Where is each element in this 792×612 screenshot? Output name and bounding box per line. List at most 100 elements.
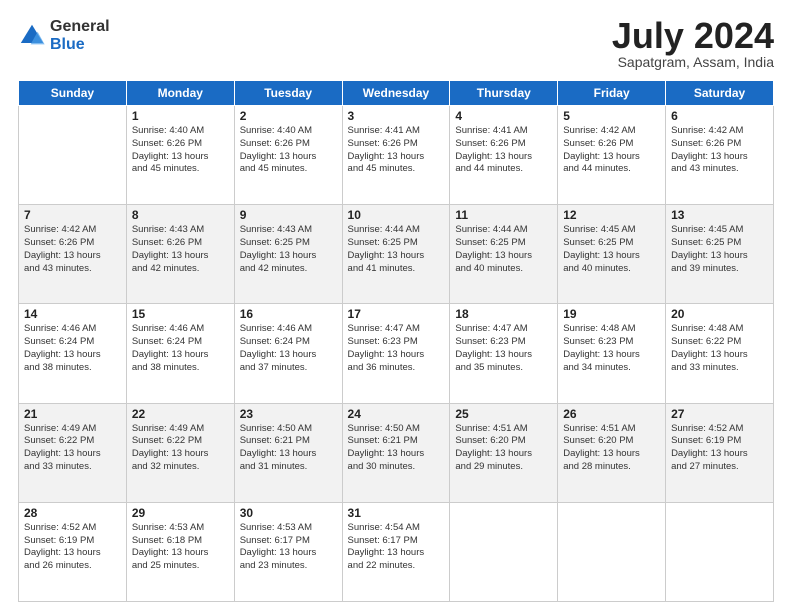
day-number: 18: [455, 307, 552, 321]
table-row: 30 Sunrise: 4:53 AM Sunset: 6:17 PM Dayli…: [234, 502, 342, 601]
day-number: 19: [563, 307, 660, 321]
day-number: 20: [671, 307, 768, 321]
table-row: [666, 502, 774, 601]
table-row: 23 Sunrise: 4:50 AM Sunset: 6:21 PM Dayli…: [234, 403, 342, 502]
day-info: Sunrise: 4:47 AM Sunset: 6:23 PM Dayligh…: [455, 323, 552, 374]
table-row: 24Sunrise: 4:50 AM Sunset: 6:21 PM Dayli…: [342, 403, 450, 502]
table-row: 16 Sunrise: 4:46 AM Sunset: 6:24 PM Dayli…: [234, 304, 342, 403]
table-row: 7Sunrise: 4:42 AM Sunset: 6:26 PM Daylig…: [19, 205, 127, 304]
table-row: 15Sunrise: 4:46 AM Sunset: 6:24 PM Dayli…: [126, 304, 234, 403]
day-info: Sunrise: 4:45 AM Sunset: 6:25 PM Dayligh…: [563, 224, 660, 275]
day-number: 10: [348, 208, 445, 222]
day-number: 12: [563, 208, 660, 222]
col-monday: Monday: [126, 81, 234, 106]
logo-general: General: [50, 18, 110, 36]
calendar: Sunday Monday Tuesday Wednesday Thursday…: [18, 80, 774, 602]
day-info: Sunrise: 4:53 AM Sunset: 6:18 PM Dayligh…: [132, 522, 229, 573]
logo-text: General Blue: [50, 18, 110, 53]
day-number: 9: [240, 208, 337, 222]
day-number: 29: [132, 506, 229, 520]
day-info: Sunrise: 4:40 AM Sunset: 6:26 PM Dayligh…: [240, 125, 337, 176]
day-number: 13: [671, 208, 768, 222]
day-number: 11: [455, 208, 552, 222]
day-info: Sunrise: 4:51 AM Sunset: 6:20 PM Dayligh…: [455, 423, 552, 474]
day-number: 2: [240, 109, 337, 123]
logo-icon: [18, 22, 46, 50]
day-info: Sunrise: 4:40 AM Sunset: 6:26 PM Dayligh…: [132, 125, 229, 176]
col-thursday: Thursday: [450, 81, 558, 106]
table-row: 19 Sunrise: 4:48 AM Sunset: 6:23 PM Dayli…: [558, 304, 666, 403]
calendar-week-row: 7Sunrise: 4:42 AM Sunset: 6:26 PM Daylig…: [19, 205, 774, 304]
day-number: 28: [24, 506, 121, 520]
day-info: Sunrise: 4:42 AM Sunset: 6:26 PM Dayligh…: [671, 125, 768, 176]
day-number: 27: [671, 407, 768, 421]
day-info: Sunrise: 4:49 AM Sunset: 6:22 PM Dayligh…: [132, 423, 229, 474]
day-info: Sunrise: 4:46 AM Sunset: 6:24 PM Dayligh…: [240, 323, 337, 374]
day-info: Sunrise: 4:41 AM Sunset: 6:26 PM Dayligh…: [348, 125, 445, 176]
day-number: 22: [132, 407, 229, 421]
table-row: [450, 502, 558, 601]
table-row: 12 Sunrise: 4:45 AM Sunset: 6:25 PM Dayli…: [558, 205, 666, 304]
day-info: Sunrise: 4:47 AM Sunset: 6:23 PM Dayligh…: [348, 323, 445, 374]
calendar-week-row: 21 Sunrise: 4:49 AM Sunset: 6:22 PM Dayli…: [19, 403, 774, 502]
day-number: 8: [132, 208, 229, 222]
table-row: 10 Sunrise: 4:44 AM Sunset: 6:25 PM Dayli…: [342, 205, 450, 304]
day-info: Sunrise: 4:51 AM Sunset: 6:20 PM Dayligh…: [563, 423, 660, 474]
calendar-week-row: 14 Sunrise: 4:46 AM Sunset: 6:24 PM Dayli…: [19, 304, 774, 403]
day-number: 30: [240, 506, 337, 520]
table-row: 20Sunrise: 4:48 AM Sunset: 6:22 PM Dayli…: [666, 304, 774, 403]
day-number: 23: [240, 407, 337, 421]
table-row: 8 Sunrise: 4:43 AM Sunset: 6:26 PM Daylig…: [126, 205, 234, 304]
table-row: 1 Sunrise: 4:40 AM Sunset: 6:26 PM Daylig…: [126, 106, 234, 205]
day-info: Sunrise: 4:43 AM Sunset: 6:25 PM Dayligh…: [240, 224, 337, 275]
calendar-header-row: Sunday Monday Tuesday Wednesday Thursday…: [19, 81, 774, 106]
logo-blue: Blue: [50, 36, 110, 54]
table-row: 21 Sunrise: 4:49 AM Sunset: 6:22 PM Dayli…: [19, 403, 127, 502]
day-info: Sunrise: 4:53 AM Sunset: 6:17 PM Dayligh…: [240, 522, 337, 573]
table-row: 28Sunrise: 4:52 AM Sunset: 6:19 PM Dayli…: [19, 502, 127, 601]
day-info: Sunrise: 4:45 AM Sunset: 6:25 PM Dayligh…: [671, 224, 768, 275]
table-row: 13 Sunrise: 4:45 AM Sunset: 6:25 PM Dayli…: [666, 205, 774, 304]
table-row: 2 Sunrise: 4:40 AM Sunset: 6:26 PM Daylig…: [234, 106, 342, 205]
header: General Blue July 2024 Sapatgram, Assam,…: [18, 18, 774, 70]
month-title: July 2024: [612, 18, 774, 54]
day-number: 25: [455, 407, 552, 421]
day-info: Sunrise: 4:52 AM Sunset: 6:19 PM Dayligh…: [671, 423, 768, 474]
day-info: Sunrise: 4:48 AM Sunset: 6:23 PM Dayligh…: [563, 323, 660, 374]
location: Sapatgram, Assam, India: [612, 54, 774, 70]
day-info: Sunrise: 4:41 AM Sunset: 6:26 PM Dayligh…: [455, 125, 552, 176]
day-number: 14: [24, 307, 121, 321]
col-wednesday: Wednesday: [342, 81, 450, 106]
col-tuesday: Tuesday: [234, 81, 342, 106]
day-number: 4: [455, 109, 552, 123]
table-row: 22 Sunrise: 4:49 AM Sunset: 6:22 PM Dayli…: [126, 403, 234, 502]
table-row: 4 Sunrise: 4:41 AM Sunset: 6:26 PM Daylig…: [450, 106, 558, 205]
day-number: 17: [348, 307, 445, 321]
day-info: Sunrise: 4:49 AM Sunset: 6:22 PM Dayligh…: [24, 423, 121, 474]
day-number: 3: [348, 109, 445, 123]
title-block: July 2024 Sapatgram, Assam, India: [612, 18, 774, 70]
table-row: 29 Sunrise: 4:53 AM Sunset: 6:18 PM Dayli…: [126, 502, 234, 601]
table-row: 11 Sunrise: 4:44 AM Sunset: 6:25 PM Dayli…: [450, 205, 558, 304]
day-number: 15: [132, 307, 229, 321]
table-row: 17 Sunrise: 4:47 AM Sunset: 6:23 PM Dayli…: [342, 304, 450, 403]
col-friday: Friday: [558, 81, 666, 106]
day-number: 1: [132, 109, 229, 123]
table-row: 6 Sunrise: 4:42 AM Sunset: 6:26 PM Daylig…: [666, 106, 774, 205]
day-info: Sunrise: 4:43 AM Sunset: 6:26 PM Dayligh…: [132, 224, 229, 275]
day-number: 6: [671, 109, 768, 123]
day-number: 26: [563, 407, 660, 421]
day-info: Sunrise: 4:44 AM Sunset: 6:25 PM Dayligh…: [455, 224, 552, 275]
day-info: Sunrise: 4:50 AM Sunset: 6:21 PM Dayligh…: [348, 423, 445, 474]
day-number: 21: [24, 407, 121, 421]
table-row: 18 Sunrise: 4:47 AM Sunset: 6:23 PM Dayli…: [450, 304, 558, 403]
calendar-week-row: 28Sunrise: 4:52 AM Sunset: 6:19 PM Dayli…: [19, 502, 774, 601]
day-number: 16: [240, 307, 337, 321]
day-info: Sunrise: 4:44 AM Sunset: 6:25 PM Dayligh…: [348, 224, 445, 275]
day-info: Sunrise: 4:50 AM Sunset: 6:21 PM Dayligh…: [240, 423, 337, 474]
calendar-week-row: 1 Sunrise: 4:40 AM Sunset: 6:26 PM Daylig…: [19, 106, 774, 205]
day-info: Sunrise: 4:54 AM Sunset: 6:17 PM Dayligh…: [348, 522, 445, 573]
col-saturday: Saturday: [666, 81, 774, 106]
logo: General Blue: [18, 18, 110, 53]
table-row: 5Sunrise: 4:42 AM Sunset: 6:26 PM Daylig…: [558, 106, 666, 205]
